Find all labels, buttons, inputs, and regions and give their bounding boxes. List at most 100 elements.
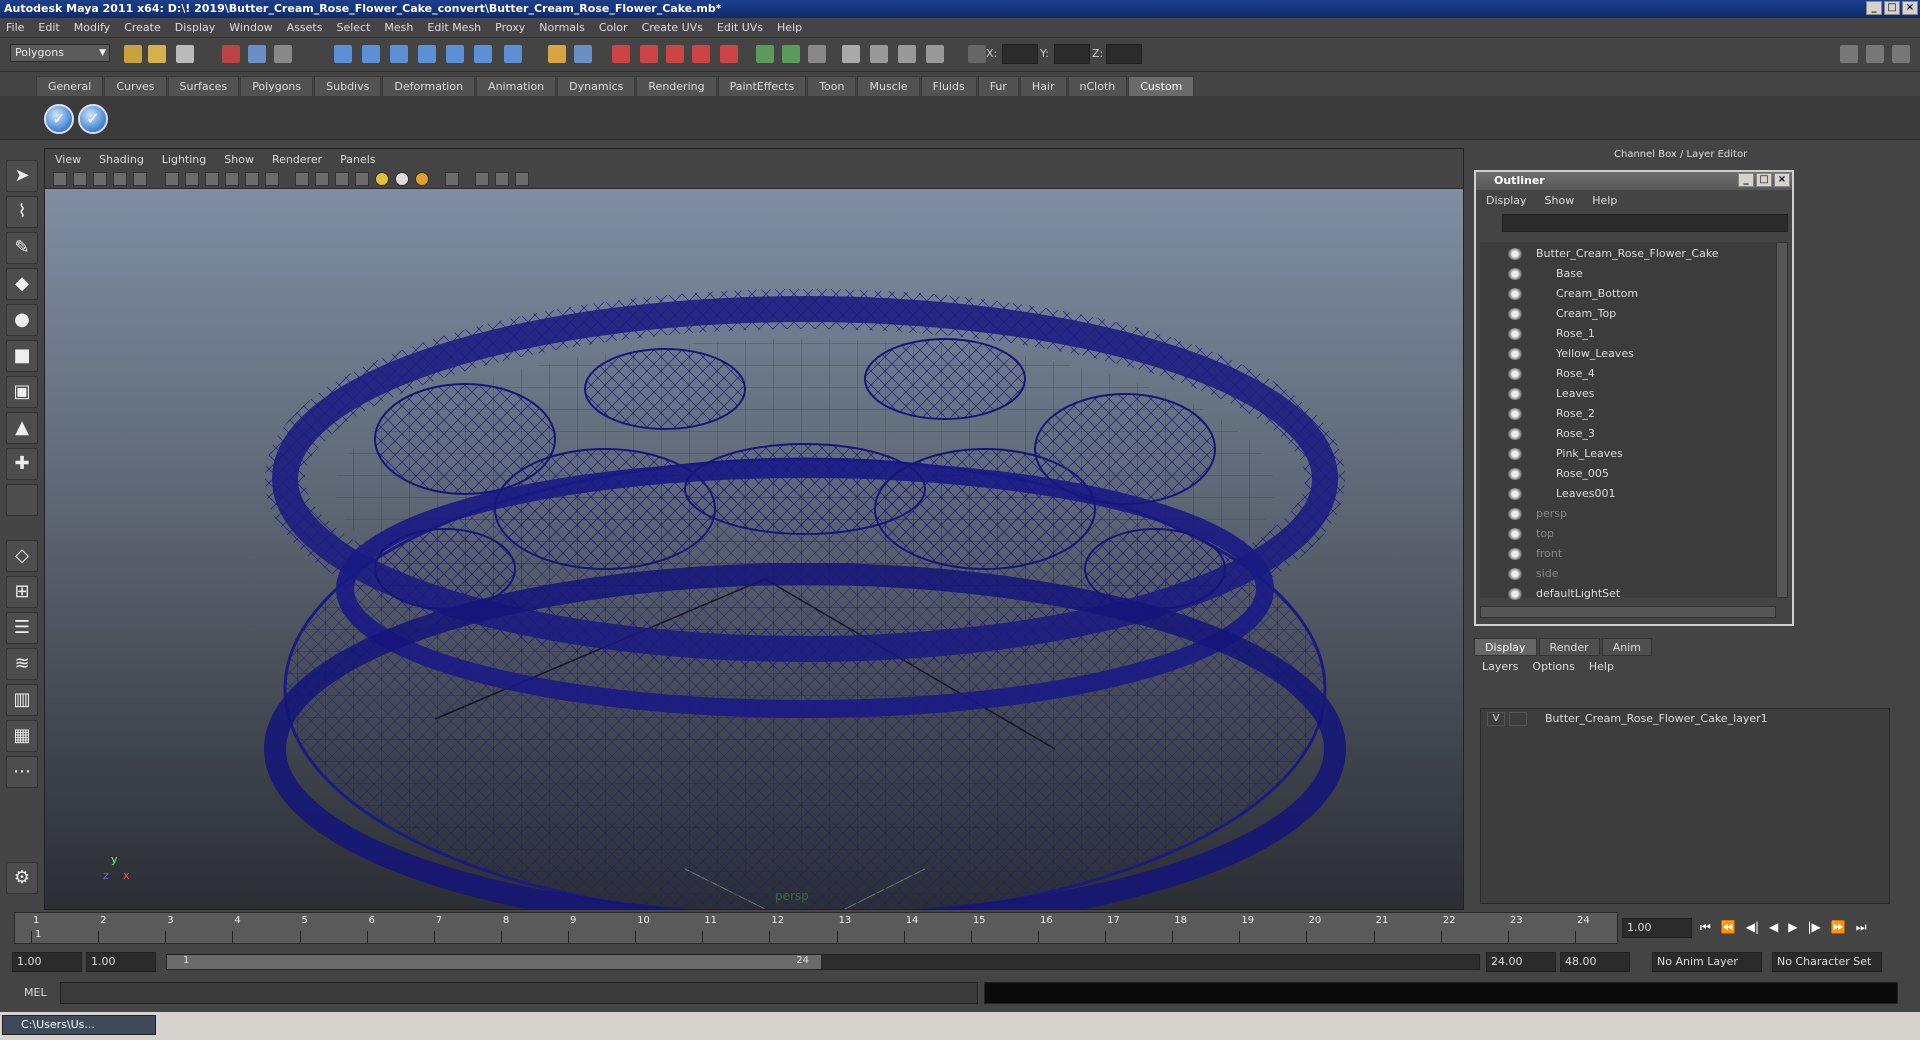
new-scene-icon[interactable]: [124, 45, 142, 63]
show-shelf-icon[interactable]: [782, 45, 800, 63]
ambient-light-icon[interactable]: [395, 172, 409, 186]
attribute-icon[interactable]: [926, 45, 944, 63]
outliner-menu-show[interactable]: Show: [1545, 194, 1575, 207]
grid-icon[interactable]: [133, 172, 147, 186]
current-time-field[interactable]: 1.00: [1622, 918, 1692, 938]
safe-title-icon[interactable]: [495, 172, 509, 186]
menu-window[interactable]: Window: [229, 21, 272, 34]
scale-tool-icon[interactable]: ■: [6, 340, 38, 372]
outliner-horizontal-scrollbar[interactable]: [1480, 606, 1776, 618]
anim-layer-selector[interactable]: No Anim Layer: [1652, 952, 1762, 972]
menu-create[interactable]: Create: [124, 21, 161, 34]
hypershade-icon[interactable]: [692, 45, 710, 63]
checkmark-icon[interactable]: ✓: [44, 104, 74, 134]
menu-normals[interactable]: Normals: [539, 21, 585, 34]
question-icon[interactable]: [504, 45, 522, 63]
menu-select[interactable]: Select: [336, 21, 370, 34]
menu-proxy[interactable]: Proxy: [495, 21, 525, 34]
mel-label[interactable]: MEL: [24, 986, 47, 999]
step-forward-key-icon[interactable]: ⏩: [1831, 920, 1846, 935]
shelf-tab-general[interactable]: General: [36, 76, 104, 96]
scene-view[interactable]: [45, 189, 1463, 909]
outliner-item[interactable]: top: [1508, 524, 1554, 544]
lock-icon[interactable]: [548, 45, 566, 63]
end-time-field[interactable]: 48.00: [1560, 952, 1630, 972]
select-tool-icon[interactable]: ➤: [6, 160, 38, 192]
anim-start-field[interactable]: 1.00: [86, 952, 156, 972]
snap-point-icon[interactable]: [390, 45, 408, 63]
menu-edit-mesh[interactable]: Edit Mesh: [427, 21, 481, 34]
show-tool-settings-icon[interactable]: [1866, 45, 1884, 63]
show-attribute-editor-icon[interactable]: [1840, 45, 1858, 63]
outliner-item[interactable]: Rose_2: [1508, 404, 1595, 424]
shelf-tab-toon[interactable]: Toon: [807, 76, 857, 96]
shelf-tab-dynamics[interactable]: Dynamics: [557, 76, 636, 96]
character-set-selector[interactable]: No Character Set: [1772, 952, 1882, 972]
viewport-menu-view[interactable]: View: [55, 153, 81, 166]
outliner-item[interactable]: Leaves: [1508, 384, 1594, 404]
viewport-menu-shading[interactable]: Shading: [99, 153, 144, 166]
y-field[interactable]: [1054, 44, 1090, 64]
menu-help[interactable]: Help: [777, 21, 802, 34]
wireframe-icon[interactable]: [165, 172, 179, 186]
maximize-button[interactable]: □: [1884, 1, 1900, 15]
render-view-icon[interactable]: [720, 45, 738, 63]
lights-icon[interactable]: [225, 172, 239, 186]
high-quality-icon[interactable]: [355, 172, 369, 186]
viewport-menu-renderer[interactable]: Renderer: [272, 153, 322, 166]
menu-modify[interactable]: Modify: [74, 21, 110, 34]
select-by-object-icon[interactable]: [248, 45, 266, 63]
film-gate-icon[interactable]: [475, 172, 489, 186]
start-time-field[interactable]: 1.00: [12, 952, 82, 972]
layer-menu-options[interactable]: Options: [1532, 660, 1574, 673]
layer-tab-render[interactable]: Render: [1538, 638, 1600, 656]
outliner-item[interactable]: Butter_Cream_Rose_Flower_Cake: [1508, 244, 1719, 264]
outliner-close-button[interactable]: ×: [1774, 173, 1790, 187]
outliner-item[interactable]: Rose_005: [1508, 464, 1609, 484]
viewport-menu-lighting[interactable]: Lighting: [162, 153, 206, 166]
step-back-key-icon[interactable]: ⏪: [1721, 920, 1736, 935]
outliner-vertical-scrollbar[interactable]: [1776, 242, 1788, 598]
outliner-item[interactable]: Pink_Leaves: [1508, 444, 1623, 464]
outliner-item[interactable]: persp: [1508, 504, 1567, 524]
snap-grid-icon[interactable]: [334, 45, 352, 63]
open-scene-icon[interactable]: [148, 45, 166, 63]
menu-create-uvs[interactable]: Create UVs: [642, 21, 703, 34]
shelf-tab-ncloth[interactable]: nCloth: [1067, 76, 1128, 96]
menu-edit[interactable]: Edit: [38, 21, 59, 34]
outliner-menu-help[interactable]: Help: [1592, 194, 1617, 207]
hypershade-persp-layout-icon[interactable]: ▥: [6, 684, 38, 716]
default-light-icon[interactable]: [415, 172, 429, 186]
command-input[interactable]: [60, 982, 978, 1004]
outliner-tree[interactable]: Butter_Cream_Rose_Flower_Cake Base Cream_B…: [1480, 242, 1776, 600]
outliner-item[interactable]: Rose_3: [1508, 424, 1595, 444]
bookmark-icon[interactable]: [93, 172, 107, 186]
play-backwards-icon[interactable]: ◀: [1769, 920, 1778, 935]
layer-menu-layers[interactable]: Layers: [1482, 660, 1518, 673]
outliner-graph-layout-icon[interactable]: ▦: [6, 720, 38, 752]
layer-playback-toggle[interactable]: [1509, 712, 1527, 726]
step-back-frame-icon[interactable]: ◀|: [1746, 920, 1759, 935]
graph-editor-icon[interactable]: [842, 45, 860, 63]
textured-icon[interactable]: [205, 172, 219, 186]
shelf-tab-custom[interactable]: Custom: [1128, 76, 1195, 96]
last-tool-icon[interactable]: [6, 484, 38, 516]
quick-help-icon[interactable]: ⚙: [6, 862, 38, 894]
layer-name[interactable]: Butter_Cream_Rose_Flower_Cake_layer1: [1545, 712, 1768, 725]
input-ops-icon[interactable]: [574, 45, 592, 63]
shelf-tab-hair[interactable]: Hair: [1019, 76, 1067, 96]
outliner-item[interactable]: Leaves001: [1508, 484, 1615, 504]
universal-manipulator-icon[interactable]: ▣: [6, 376, 38, 408]
range-slider-handle[interactable]: 1 24: [167, 955, 821, 969]
close-button[interactable]: ×: [1902, 1, 1918, 15]
viewport-menu-panels[interactable]: Panels: [340, 153, 375, 166]
layer-row[interactable]: V Butter_Cream_Rose_Flower_Cake_layer1: [1481, 709, 1889, 729]
shadows-icon[interactable]: [245, 172, 259, 186]
outliner-menu-display[interactable]: Display: [1486, 194, 1527, 207]
outliner-item[interactable]: defaultLightSet: [1508, 584, 1620, 604]
snap-view-plane-icon[interactable]: [418, 45, 436, 63]
isolate-select-icon[interactable]: [265, 172, 279, 186]
menu-display[interactable]: Display: [175, 21, 216, 34]
shelf-tab-surfaces[interactable]: Surfaces: [167, 76, 240, 96]
menu-edit-uvs[interactable]: Edit UVs: [717, 21, 763, 34]
